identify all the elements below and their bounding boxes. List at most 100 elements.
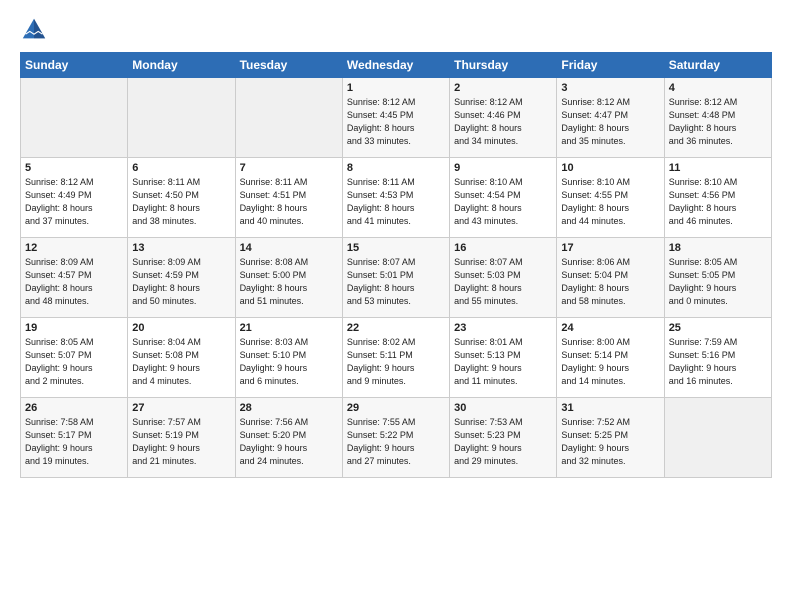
day-cell: 12 Sunrise: 8:09 AM Sunset: 4:57 PM Dayli… xyxy=(21,238,128,318)
day-info: Sunrise: 7:53 AM Sunset: 5:23 PM Dayligh… xyxy=(454,416,552,468)
day-number: 5 xyxy=(25,162,123,174)
week-row-2: 5 Sunrise: 8:12 AM Sunset: 4:49 PM Daylig… xyxy=(21,158,772,238)
day-info: Sunrise: 8:01 AM Sunset: 5:13 PM Dayligh… xyxy=(454,336,552,388)
day-number: 24 xyxy=(561,322,659,334)
day-cell: 13 Sunrise: 8:09 AM Sunset: 4:59 PM Dayli… xyxy=(128,238,235,318)
day-number: 13 xyxy=(132,242,230,254)
week-row-3: 12 Sunrise: 8:09 AM Sunset: 4:57 PM Dayli… xyxy=(21,238,772,318)
day-info: Sunrise: 8:00 AM Sunset: 5:14 PM Dayligh… xyxy=(561,336,659,388)
day-info: Sunrise: 8:12 AM Sunset: 4:48 PM Dayligh… xyxy=(669,96,767,148)
day-number: 27 xyxy=(132,402,230,414)
day-cell: 6 Sunrise: 8:11 AM Sunset: 4:50 PM Daylig… xyxy=(128,158,235,238)
day-info: Sunrise: 8:12 AM Sunset: 4:45 PM Dayligh… xyxy=(347,96,445,148)
col-header-friday: Friday xyxy=(557,53,664,78)
day-cell: 9 Sunrise: 8:10 AM Sunset: 4:54 PM Daylig… xyxy=(450,158,557,238)
col-header-saturday: Saturday xyxy=(664,53,771,78)
day-cell xyxy=(128,78,235,158)
week-row-4: 19 Sunrise: 8:05 AM Sunset: 5:07 PM Dayli… xyxy=(21,318,772,398)
day-number: 28 xyxy=(240,402,338,414)
day-cell: 11 Sunrise: 8:10 AM Sunset: 4:56 PM Dayli… xyxy=(664,158,771,238)
day-info: Sunrise: 8:07 AM Sunset: 5:01 PM Dayligh… xyxy=(347,256,445,308)
day-number: 15 xyxy=(347,242,445,254)
day-number: 26 xyxy=(25,402,123,414)
day-number: 11 xyxy=(669,162,767,174)
col-header-sunday: Sunday xyxy=(21,53,128,78)
day-info: Sunrise: 7:52 AM Sunset: 5:25 PM Dayligh… xyxy=(561,416,659,468)
day-number: 16 xyxy=(454,242,552,254)
day-info: Sunrise: 8:09 AM Sunset: 4:57 PM Dayligh… xyxy=(25,256,123,308)
day-number: 30 xyxy=(454,402,552,414)
day-cell: 14Sunrise: 8:08 AM Sunset: 5:00 PM Dayli… xyxy=(235,238,342,318)
day-cell: 29Sunrise: 7:55 AM Sunset: 5:22 PM Dayli… xyxy=(342,398,449,478)
day-cell: 25Sunrise: 7:59 AM Sunset: 5:16 PM Dayli… xyxy=(664,318,771,398)
day-info: Sunrise: 8:11 AM Sunset: 4:53 PM Dayligh… xyxy=(347,176,445,228)
day-number: 17 xyxy=(561,242,659,254)
day-cell: 10 Sunrise: 8:10 AM Sunset: 4:55 PM Dayli… xyxy=(557,158,664,238)
day-number: 21 xyxy=(240,322,338,334)
day-info: Sunrise: 7:59 AM Sunset: 5:16 PM Dayligh… xyxy=(669,336,767,388)
day-cell: 2 Sunrise: 8:12 AM Sunset: 4:46 PM Daylig… xyxy=(450,78,557,158)
day-cell: 21Sunrise: 8:03 AM Sunset: 5:10 PM Dayli… xyxy=(235,318,342,398)
day-info: Sunrise: 8:05 AM Sunset: 5:07 PM Dayligh… xyxy=(25,336,123,388)
logo xyxy=(20,16,52,44)
day-cell: 15 Sunrise: 8:07 AM Sunset: 5:01 PM Dayli… xyxy=(342,238,449,318)
day-info: Sunrise: 8:12 AM Sunset: 4:46 PM Dayligh… xyxy=(454,96,552,148)
day-number: 6 xyxy=(132,162,230,174)
day-number: 19 xyxy=(25,322,123,334)
day-info: Sunrise: 7:56 AM Sunset: 5:20 PM Dayligh… xyxy=(240,416,338,468)
day-info: Sunrise: 8:09 AM Sunset: 4:59 PM Dayligh… xyxy=(132,256,230,308)
header-row: SundayMondayTuesdayWednesdayThursdayFrid… xyxy=(21,53,772,78)
header xyxy=(20,16,772,44)
day-cell: 18 Sunrise: 8:05 AM Sunset: 5:05 PM Dayli… xyxy=(664,238,771,318)
day-info: Sunrise: 7:57 AM Sunset: 5:19 PM Dayligh… xyxy=(132,416,230,468)
col-header-monday: Monday xyxy=(128,53,235,78)
col-header-wednesday: Wednesday xyxy=(342,53,449,78)
col-header-tuesday: Tuesday xyxy=(235,53,342,78)
day-info: Sunrise: 8:06 AM Sunset: 5:04 PM Dayligh… xyxy=(561,256,659,308)
day-cell: 17 Sunrise: 8:06 AM Sunset: 5:04 PM Dayli… xyxy=(557,238,664,318)
day-info: Sunrise: 8:11 AM Sunset: 4:51 PM Dayligh… xyxy=(240,176,338,228)
day-number: 7 xyxy=(240,162,338,174)
day-cell: 4Sunrise: 8:12 AM Sunset: 4:48 PM Daylig… xyxy=(664,78,771,158)
day-cell: 1Sunrise: 8:12 AM Sunset: 4:45 PM Daylig… xyxy=(342,78,449,158)
day-info: Sunrise: 7:58 AM Sunset: 5:17 PM Dayligh… xyxy=(25,416,123,468)
day-info: Sunrise: 8:10 AM Sunset: 4:54 PM Dayligh… xyxy=(454,176,552,228)
day-number: 8 xyxy=(347,162,445,174)
day-number: 31 xyxy=(561,402,659,414)
day-cell: 28 Sunrise: 7:56 AM Sunset: 5:20 PM Dayli… xyxy=(235,398,342,478)
day-info: Sunrise: 8:12 AM Sunset: 4:47 PM Dayligh… xyxy=(561,96,659,148)
day-cell: 27 Sunrise: 7:57 AM Sunset: 5:19 PM Dayli… xyxy=(128,398,235,478)
day-cell: 8 Sunrise: 8:11 AM Sunset: 4:53 PM Daylig… xyxy=(342,158,449,238)
day-info: Sunrise: 8:04 AM Sunset: 5:08 PM Dayligh… xyxy=(132,336,230,388)
day-info: Sunrise: 8:11 AM Sunset: 4:50 PM Dayligh… xyxy=(132,176,230,228)
day-number: 22 xyxy=(347,322,445,334)
day-cell: 3 Sunrise: 8:12 AM Sunset: 4:47 PM Daylig… xyxy=(557,78,664,158)
day-info: Sunrise: 7:55 AM Sunset: 5:22 PM Dayligh… xyxy=(347,416,445,468)
day-cell: 30 Sunrise: 7:53 AM Sunset: 5:23 PM Dayli… xyxy=(450,398,557,478)
day-cell: 7 Sunrise: 8:11 AM Sunset: 4:51 PM Daylig… xyxy=(235,158,342,238)
day-info: Sunrise: 8:10 AM Sunset: 4:55 PM Dayligh… xyxy=(561,176,659,228)
page: SundayMondayTuesdayWednesdayThursdayFrid… xyxy=(0,0,792,488)
day-info: Sunrise: 8:05 AM Sunset: 5:05 PM Dayligh… xyxy=(669,256,767,308)
day-number: 12 xyxy=(25,242,123,254)
day-info: Sunrise: 8:12 AM Sunset: 4:49 PM Dayligh… xyxy=(25,176,123,228)
day-info: Sunrise: 8:07 AM Sunset: 5:03 PM Dayligh… xyxy=(454,256,552,308)
logo-icon xyxy=(20,16,48,44)
day-number: 2 xyxy=(454,82,552,94)
day-cell: 23Sunrise: 8:01 AM Sunset: 5:13 PM Dayli… xyxy=(450,318,557,398)
day-number: 20 xyxy=(132,322,230,334)
day-cell: 19 Sunrise: 8:05 AM Sunset: 5:07 PM Dayli… xyxy=(21,318,128,398)
day-cell: 5 Sunrise: 8:12 AM Sunset: 4:49 PM Daylig… xyxy=(21,158,128,238)
week-row-1: 1Sunrise: 8:12 AM Sunset: 4:45 PM Daylig… xyxy=(21,78,772,158)
week-row-5: 26 Sunrise: 7:58 AM Sunset: 5:17 PM Dayli… xyxy=(21,398,772,478)
day-number: 10 xyxy=(561,162,659,174)
day-cell: 31 Sunrise: 7:52 AM Sunset: 5:25 PM Dayli… xyxy=(557,398,664,478)
day-number: 3 xyxy=(561,82,659,94)
day-info: Sunrise: 8:10 AM Sunset: 4:56 PM Dayligh… xyxy=(669,176,767,228)
day-cell: 20 Sunrise: 8:04 AM Sunset: 5:08 PM Dayli… xyxy=(128,318,235,398)
day-cell xyxy=(235,78,342,158)
calendar-table: SundayMondayTuesdayWednesdayThursdayFrid… xyxy=(20,52,772,478)
day-number: 18 xyxy=(669,242,767,254)
day-cell: 16 Sunrise: 8:07 AM Sunset: 5:03 PM Dayli… xyxy=(450,238,557,318)
day-number: 9 xyxy=(454,162,552,174)
